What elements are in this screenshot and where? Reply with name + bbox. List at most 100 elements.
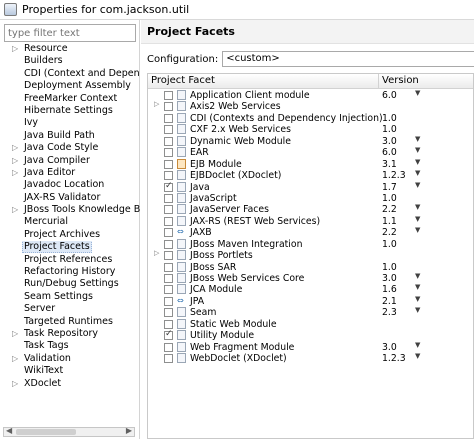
facet-row[interactable]: EJBDoclet (XDoclet) 1.2.3 ▼ (148, 169, 473, 181)
facet-row[interactable]: EJB Module 3.1 ▼ (148, 158, 473, 170)
facet-checkbox[interactable] (164, 228, 173, 238)
version-dropdown-icon[interactable]: ▼ (415, 89, 420, 97)
version-dropdown-icon[interactable]: ▼ (415, 272, 420, 280)
version-dropdown-icon[interactable]: ▼ (415, 341, 420, 349)
nav-item[interactable]: ▷ Resource (0, 43, 140, 55)
facet-checkbox[interactable] (164, 205, 173, 215)
facet-checkbox[interactable] (164, 125, 173, 135)
facet-checkbox[interactable] (164, 171, 173, 181)
nav-item[interactable]: Hibernate Settings (0, 105, 140, 117)
facet-version[interactable]: 3.0 (382, 136, 397, 147)
version-dropdown-icon[interactable]: ▼ (415, 181, 420, 189)
facet-checkbox[interactable] (164, 91, 173, 100)
version-dropdown-icon[interactable]: ▼ (415, 352, 420, 360)
facet-row[interactable]: Dynamic Web Module 3.0 ▼ (148, 135, 473, 147)
facet-version[interactable]: 3.0 (382, 342, 397, 353)
facet-version[interactable]: 6.0 (382, 147, 397, 158)
expand-arrow-icon[interactable]: ▷ (12, 328, 20, 340)
nav-item[interactable]: Project Archives (0, 229, 140, 241)
nav-item[interactable]: Server (0, 303, 140, 315)
nav-item[interactable]: Mercurial (0, 216, 140, 228)
nav-item[interactable]: ▷ Task Repository (0, 328, 140, 340)
version-dropdown-icon[interactable]: ▼ (415, 203, 420, 211)
facet-row[interactable]: Seam 2.3 ▼ (148, 306, 473, 318)
version-dropdown-icon[interactable]: ▼ (415, 158, 420, 166)
facet-row[interactable]: ⇔ JAXB 2.2 ▼ (148, 226, 473, 238)
facet-row[interactable]: CDI (Contexts and Dependency Injection) 1… (148, 112, 473, 124)
facet-row[interactable]: JBoss Maven Integration 1.0 (148, 238, 473, 250)
facet-version[interactable]: 1.2.3 (382, 170, 406, 181)
facet-row[interactable]: JAX-RS (REST Web Services) 1.1 ▼ (148, 215, 473, 227)
column-divider[interactable] (378, 74, 379, 89)
facet-version[interactable]: 1.0 (382, 262, 397, 273)
facet-checkbox[interactable] (164, 181, 173, 192)
nav-item[interactable]: ▷ XDoclet (0, 378, 140, 390)
nav-item[interactable]: JAX-RS Validator (0, 192, 140, 204)
facet-checkbox[interactable] (164, 136, 173, 146)
version-dropdown-icon[interactable]: ▼ (415, 295, 420, 303)
expand-arrow-icon[interactable]: ▷ (154, 100, 159, 108)
version-dropdown-icon[interactable]: ▼ (415, 135, 420, 143)
nav-item[interactable]: Builders (0, 55, 140, 67)
expand-arrow-icon[interactable]: ▷ (12, 167, 20, 179)
nav-item[interactable]: ▷ Java Compiler (0, 155, 140, 167)
nav-item[interactable]: Project Facets (0, 241, 140, 254)
facet-checkbox[interactable] (164, 159, 173, 169)
facet-row[interactable]: ▷ JBoss Portlets (148, 249, 473, 261)
facet-row[interactable]: Application Client module 6.0 ▼ (148, 89, 473, 101)
nav-item[interactable]: ▷ Java Code Style (0, 142, 140, 154)
facet-row[interactable]: CXF 2.x Web Services 1.0 (148, 124, 473, 135)
nav-item[interactable]: Run/Debug Settings (0, 278, 140, 290)
nav-item[interactable]: CDI (Context and Depende (0, 68, 140, 80)
nav-item[interactable]: Task Tags (0, 340, 140, 352)
facet-checkbox[interactable] (164, 102, 173, 112)
nav-item[interactable]: Deployment Assembly (0, 80, 140, 92)
expand-arrow-icon[interactable]: ▷ (12, 378, 20, 390)
version-dropdown-icon[interactable]: ▼ (415, 169, 420, 177)
facet-row[interactable]: Utility Module (148, 329, 473, 341)
expand-arrow-icon[interactable]: ▷ (12, 204, 20, 216)
facet-row[interactable]: JavaServer Faces 2.2 ▼ (148, 203, 473, 215)
nav-item[interactable]: Javadoc Location (0, 179, 140, 191)
expand-arrow-icon[interactable]: ▷ (12, 353, 20, 365)
facet-checkbox[interactable] (164, 329, 173, 341)
facet-row[interactable]: JBoss SAR 1.0 (148, 261, 473, 273)
nav-item[interactable]: Ivy (0, 117, 140, 129)
scrollbar-thumb[interactable] (16, 429, 76, 435)
facet-checkbox[interactable] (164, 148, 173, 158)
facet-version[interactable]: 1.0 (382, 113, 397, 124)
facet-version[interactable]: 1.6 (382, 284, 397, 295)
facet-checkbox[interactable] (164, 296, 173, 306)
nav-item[interactable]: WikiText (0, 365, 140, 377)
facet-version[interactable]: 1.1 (382, 216, 397, 227)
horizontal-scrollbar[interactable]: ◀ ▶ (3, 426, 135, 437)
facet-version[interactable]: 1.0 (382, 193, 397, 204)
expand-arrow-icon[interactable]: ▷ (12, 155, 20, 167)
facet-checkbox[interactable] (164, 239, 173, 249)
facet-version[interactable]: 2.2 (382, 204, 397, 215)
facet-row[interactable]: Web Fragment Module 3.0 ▼ (148, 341, 473, 353)
facet-version[interactable]: 1.7 (382, 182, 397, 193)
facet-checkbox[interactable] (164, 216, 173, 226)
version-dropdown-icon[interactable]: ▼ (415, 146, 420, 154)
nav-item[interactable]: FreeMarker Context (0, 93, 140, 105)
facet-checkbox[interactable] (164, 274, 173, 283)
configuration-select[interactable]: <custom> (222, 51, 474, 67)
facet-row[interactable]: JCA Module 1.6 ▼ (148, 283, 473, 295)
facet-version[interactable]: 3.0 (382, 273, 397, 284)
nav-item[interactable]: ▷ JBoss Tools Knowledge Bas (0, 204, 140, 216)
facet-row[interactable]: WebDoclet (XDoclet) 1.2.3 ▼ (148, 352, 473, 364)
facet-row[interactable]: Static Web Module (148, 318, 473, 330)
version-dropdown-icon[interactable]: ▼ (415, 215, 420, 223)
column-header-facet[interactable]: Project Facet (151, 75, 215, 86)
facet-version[interactable]: 1.2.3 (382, 353, 406, 364)
filter-input[interactable] (4, 24, 136, 42)
facet-checkbox[interactable] (164, 262, 173, 272)
facet-checkbox[interactable] (164, 342, 173, 352)
facet-row[interactable]: Java 1.7 ▼ (148, 181, 473, 193)
facet-checkbox[interactable] (164, 285, 173, 295)
facet-row[interactable]: ⇔ JPA 2.1 ▼ (148, 295, 473, 307)
expand-arrow-icon[interactable]: ▷ (12, 43, 20, 55)
facet-checkbox[interactable] (164, 319, 173, 329)
facet-checkbox[interactable] (164, 193, 173, 203)
